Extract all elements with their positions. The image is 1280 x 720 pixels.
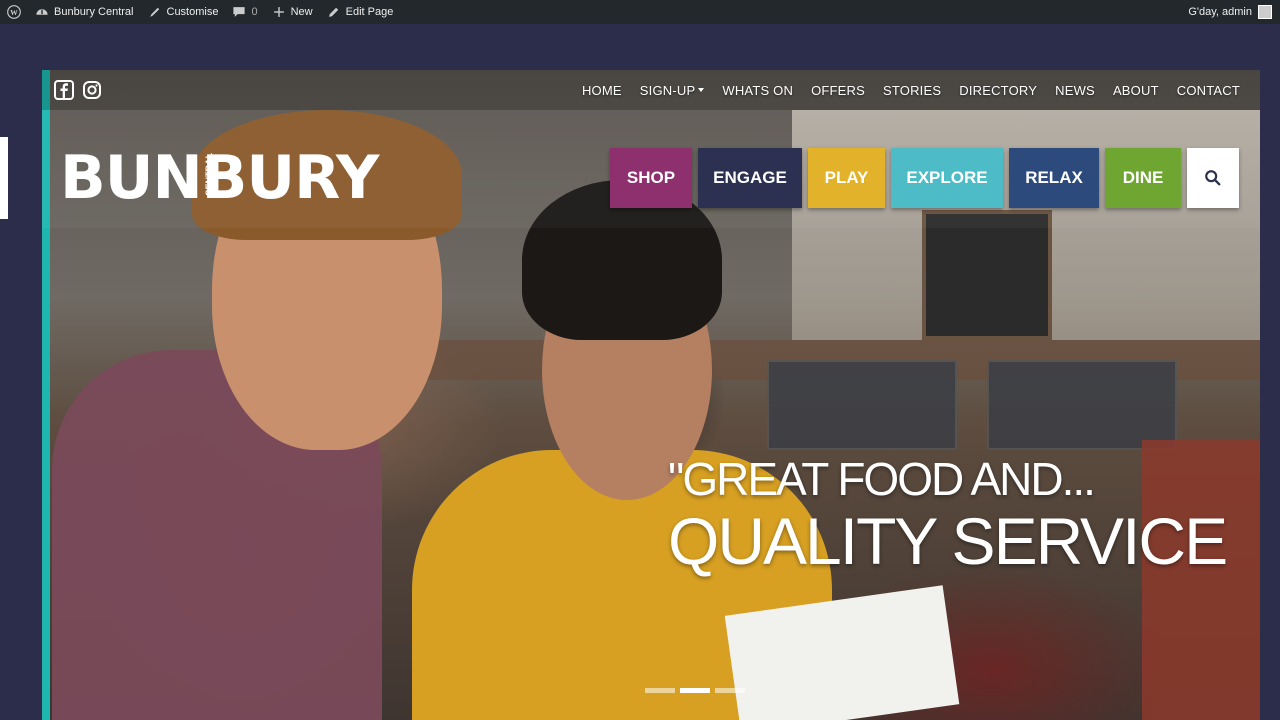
comments-link[interactable]: 0	[225, 0, 264, 24]
hero-slogan: "GREAT FOOD AND... QUALITY SERVICE	[668, 453, 1228, 578]
nav-whats-on[interactable]: WHATS ON	[722, 83, 793, 98]
slider-dot[interactable]	[715, 688, 745, 693]
logo-sub-text: CENTRAL	[204, 153, 214, 196]
nav-about[interactable]: ABOUT	[1113, 83, 1159, 98]
category-shop-button[interactable]: SHOP	[610, 148, 692, 208]
site-name-link[interactable]: Bunbury Central	[28, 0, 141, 24]
category-dine-button[interactable]: DINE	[1105, 148, 1181, 208]
search-button[interactable]	[1187, 148, 1239, 208]
background-stool	[767, 360, 957, 450]
category-shop-label: SHOP	[626, 168, 676, 187]
nav-sign-up[interactable]: SIGN-UP	[640, 83, 705, 98]
plus-icon	[273, 7, 284, 17]
account-menu[interactable]: G'day, admin	[1188, 5, 1280, 19]
svg-text:W: W	[10, 8, 18, 17]
category-dine-label: DINE	[1122, 168, 1164, 187]
greeting-label: G'day, admin	[1188, 6, 1252, 18]
category-buttons: SHOP ENGAGE PLAY EXPLORE RELAX DINE	[610, 148, 1239, 208]
background-stool	[987, 360, 1177, 450]
category-engage-label: ENGAGE	[713, 168, 787, 187]
main-navigation: HOME SIGN-UP WHATS ON OFFERS STORIES DIR…	[582, 70, 1240, 110]
category-relax-label: RELAX	[1025, 168, 1083, 187]
category-explore-label: EXPLORE	[906, 168, 988, 187]
category-engage-button[interactable]: ENGAGE	[698, 148, 802, 208]
customise-link[interactable]: Customise	[141, 0, 226, 24]
comment-icon	[233, 7, 246, 17]
caret-down-icon	[698, 88, 705, 92]
nav-news-label: NEWS	[1055, 82, 1095, 98]
site-logo[interactable]: BUNBURY CENTRAL	[60, 146, 400, 210]
facebook-icon[interactable]	[54, 80, 74, 100]
slider-dot[interactable]	[645, 688, 675, 693]
category-play-button[interactable]: PLAY	[808, 148, 885, 208]
edit-page-label: Edit Page	[345, 6, 394, 18]
side-feedback-tab[interactable]	[0, 137, 8, 219]
avatar	[1258, 5, 1272, 19]
nav-directory[interactable]: DIRECTORY	[959, 83, 1037, 98]
site-name-label: Bunbury Central	[54, 6, 134, 18]
logo-main-text: BUNBURY	[60, 143, 379, 213]
nav-directory-label: DIRECTORY	[959, 82, 1038, 98]
nav-about-label: ABOUT	[1112, 82, 1159, 98]
hero-section: HOME SIGN-UP WHATS ON OFFERS STORIES DIR…	[42, 70, 1260, 720]
social-links	[54, 80, 102, 100]
category-relax-button[interactable]: RELAX	[1009, 148, 1099, 208]
nav-whats-on-label: WHATS ON	[722, 82, 794, 98]
category-play-label: PLAY	[824, 168, 869, 187]
nav-contact[interactable]: CONTACT	[1177, 83, 1240, 98]
new-label: New	[290, 6, 313, 18]
background-chalkboard	[922, 210, 1052, 340]
slogan-line-2: QUALITY SERVICE	[668, 504, 1228, 578]
dashboard-icon	[36, 9, 48, 15]
nav-contact-label: CONTACT	[1176, 82, 1240, 98]
comments-count: 0	[251, 6, 258, 18]
new-content-link[interactable]: New	[265, 0, 320, 24]
nav-home[interactable]: HOME	[582, 83, 622, 98]
category-explore-button[interactable]: EXPLORE	[891, 148, 1003, 208]
nav-offers[interactable]: OFFERS	[811, 83, 865, 98]
nav-home-label: HOME	[581, 82, 622, 98]
wordpress-logo-button[interactable]: W	[0, 0, 28, 24]
nav-stories-label: STORIES	[883, 82, 942, 98]
pencil-icon	[328, 7, 338, 17]
wordpress-icon: W	[7, 5, 21, 19]
customise-label: Customise	[166, 6, 219, 18]
paintbrush-icon	[149, 7, 159, 17]
search-icon	[1205, 170, 1221, 186]
admin-bar: W Bunbury Central Customise 0 New Edit P…	[0, 0, 1280, 24]
slider-pagination	[645, 688, 745, 693]
slider-dot-active[interactable]	[680, 688, 710, 693]
nav-sign-up-label: SIGN-UP	[639, 82, 696, 98]
nav-offers-label: OFFERS	[811, 82, 865, 98]
instagram-icon[interactable]	[82, 80, 102, 100]
nav-stories[interactable]: STORIES	[883, 83, 941, 98]
edit-page-link[interactable]: Edit Page	[320, 0, 401, 24]
nav-news[interactable]: NEWS	[1055, 83, 1095, 98]
slogan-line-1: "GREAT FOOD AND...	[668, 453, 1096, 505]
